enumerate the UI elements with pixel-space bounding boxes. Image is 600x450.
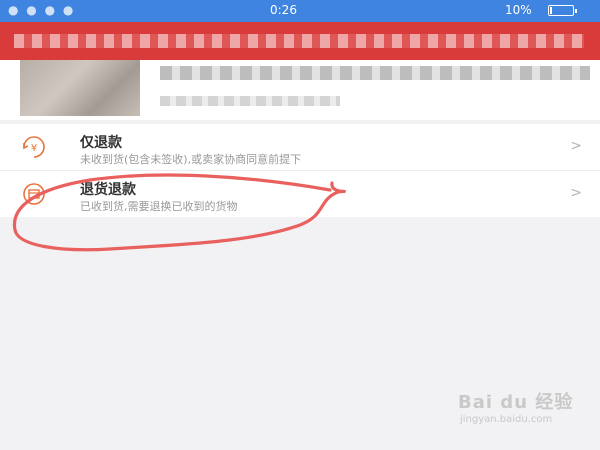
option-label: 仅退款	[80, 135, 122, 151]
refund-options-list: ¥ 仅退款 未收到货(包含未签收),或卖家协商同意前提下 > 退货退款 已收到货…	[0, 124, 600, 217]
option-label: 退货退款	[80, 182, 136, 198]
blurred-product-spec	[160, 96, 340, 106]
option-description: 已收到货,需要退换已收到的货物	[80, 200, 238, 213]
refund-money-icon: ¥	[23, 136, 45, 158]
blurred-product-title	[160, 66, 590, 80]
blurred-header-text	[14, 34, 584, 48]
option-return-and-refund[interactable]: 退货退款 已收到货,需要退换已收到的货物 >	[0, 171, 600, 217]
watermark-site: jingyan.baidu.com	[460, 414, 553, 425]
status-time: 0:26	[270, 3, 297, 17]
product-summary	[0, 60, 600, 120]
option-refund-only[interactable]: ¥ 仅退款 未收到货(包含未签收),或卖家协商同意前提下 >	[0, 124, 600, 171]
return-goods-icon	[23, 183, 45, 205]
status-bar: ● ● ● ● 0:26 10%	[0, 0, 600, 22]
chevron-right-icon: >	[570, 185, 582, 201]
svg-text:¥: ¥	[31, 143, 37, 154]
product-thumbnail	[20, 60, 140, 116]
header-banner	[0, 22, 600, 60]
baidu-jingyan-watermark: Bai du 经验 jingyan.baidu.com	[458, 388, 588, 438]
battery-percent: 10%	[505, 3, 532, 17]
battery-icon	[548, 5, 577, 16]
option-description: 未收到货(包含未签收),或卖家协商同意前提下	[80, 153, 302, 166]
watermark-logo: Bai du 经验	[458, 392, 574, 413]
signal-indicator: ● ● ● ●	[8, 3, 76, 17]
chevron-right-icon: >	[570, 138, 582, 154]
